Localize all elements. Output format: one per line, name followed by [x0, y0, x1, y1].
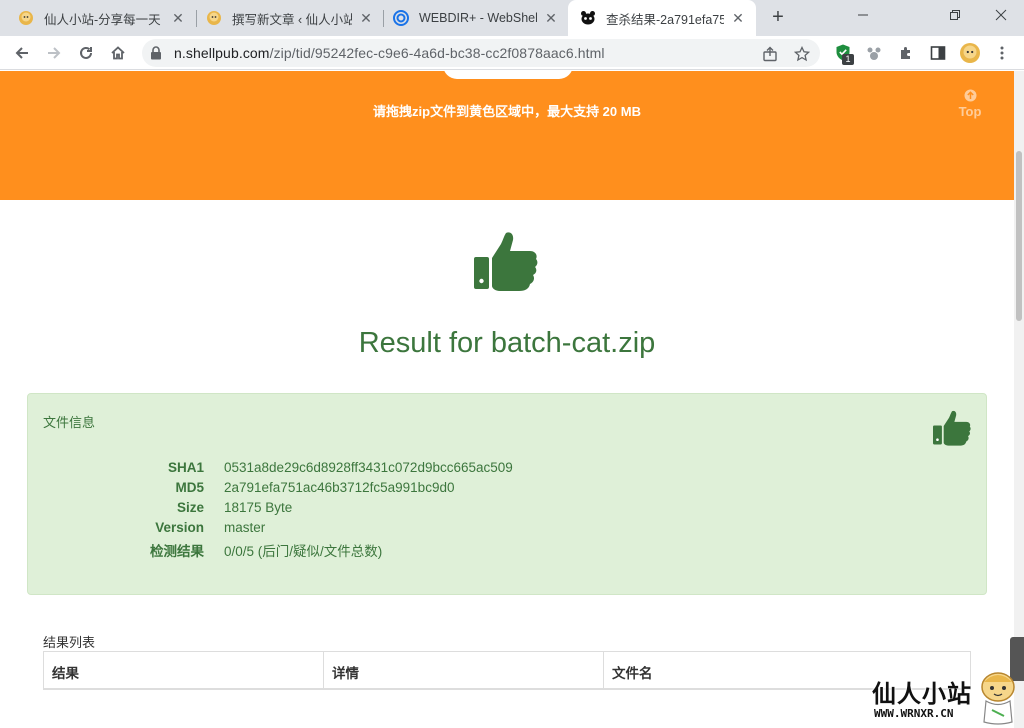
menu-kebab-icon[interactable] — [992, 43, 1012, 63]
result-title: Result for batch-cat.zip — [358, 327, 656, 359]
page-viewport: 请拖拽zip文件到黄色区域中，最大支持 20 MB Top Result for… — [0, 71, 1014, 728]
browser-tab-2[interactable]: 撰写新文章 ‹ 仙人小站 ✕ — [194, 0, 384, 36]
file-info-panel: 文件信息 SHA1 0531a8de29c6d8928ff3431c072d9b… — [27, 393, 987, 595]
info-key: MD5 — [175, 480, 204, 495]
info-value: master — [224, 520, 266, 535]
lock-icon[interactable] — [150, 46, 162, 65]
close-tab-icon[interactable]: ✕ — [730, 10, 746, 26]
upload-drop-zone[interactable]: 请拖拽zip文件到黄色区域中，最大支持 20 MB — [0, 71, 1014, 200]
info-key: Size — [176, 500, 204, 515]
side-panel-icon[interactable] — [928, 43, 948, 63]
page-scrollbar[interactable] — [1014, 71, 1024, 728]
home-icon[interactable] — [104, 39, 132, 67]
close-tab-icon[interactable]: ✕ — [358, 10, 374, 26]
close-window-icon[interactable] — [978, 0, 1024, 30]
top-label: Top — [958, 104, 982, 119]
puzzle-extensions-icon[interactable] — [896, 43, 916, 63]
thumbs-up-icon — [474, 232, 538, 291]
info-value: 18175 Byte — [224, 500, 293, 515]
forward-arrow-icon[interactable] — [40, 39, 68, 67]
tab-title: 撰写新文章 ‹ 仙人小站 — [232, 12, 352, 27]
tab-title: 查杀结果-2a791efa75 — [606, 12, 724, 27]
restore-icon[interactable] — [932, 0, 978, 30]
profile-avatar[interactable] — [958, 43, 982, 63]
bookmark-star-icon[interactable] — [793, 45, 811, 62]
back-to-top-button[interactable]: Top — [950, 89, 990, 119]
drop-hint: 请拖拽zip文件到黄色区域中，最大支持 20 MB — [373, 104, 641, 119]
close-tab-icon[interactable]: ✕ — [543, 10, 559, 26]
extension-badge: 1 — [842, 54, 854, 65]
column-header-details[interactable]: 详情 — [324, 652, 604, 688]
close-tab-icon[interactable]: ✕ — [170, 10, 186, 26]
url-path: /zip/tid/95242fec-c9e6-4a6d-bc38-cc2f087… — [269, 45, 605, 61]
mascot-icon — [206, 10, 222, 26]
watermark-domain: WWW.WRNXR.CN — [874, 707, 954, 720]
arrow-up-circle-icon — [964, 89, 976, 102]
info-row-scan-result: 检测结果 0/0/5 (后门/疑似/文件总数) — [28, 540, 728, 560]
watermark-title: 仙人小站 — [872, 681, 972, 708]
mascot-icon — [981, 672, 1015, 725]
new-tab-button[interactable]: + — [766, 6, 790, 30]
url-host: n.shellpub.com — [174, 45, 270, 61]
info-row-sha1: SHA1 0531a8de29c6d8928ff3431c072d9bcc665… — [28, 460, 728, 480]
tab-title: WEBDIR+ - WebShell — [419, 11, 537, 25]
browser-toolbar: n.shellpub.com/zip/tid/95242fec-c9e6-4a6… — [0, 36, 1024, 70]
site-watermark: 仙人小站 WWW.WRNXR.CN — [872, 672, 1024, 728]
results-list-label: 结果列表 — [43, 635, 96, 650]
column-header-result[interactable]: 结果 — [44, 652, 324, 688]
tab-title: 仙人小站-分享每一天 — [44, 12, 161, 27]
minimize-icon[interactable] — [840, 0, 886, 30]
browser-tab-4-active[interactable]: 查杀结果-2a791efa75 ✕ — [568, 0, 756, 36]
tampermonkey-extension-icon[interactable] — [864, 43, 884, 63]
address-bar[interactable]: n.shellpub.com/zip/tid/95242fec-c9e6-4a6… — [142, 39, 820, 67]
info-key: Version — [155, 520, 204, 535]
webdir-icon — [393, 10, 409, 26]
mascot-icon — [18, 10, 34, 26]
scrollbar-thumb[interactable] — [1016, 151, 1022, 321]
back-arrow-icon[interactable] — [8, 39, 36, 67]
upload-pill[interactable] — [443, 71, 573, 79]
info-value: 0531a8de29c6d8928ff3431c072d9bcc665ac509 — [224, 460, 513, 475]
browser-tab-3[interactable]: WEBDIR+ - WebShell ✕ — [381, 0, 569, 36]
url-text: n.shellpub.com/zip/tid/95242fec-c9e6-4a6… — [174, 45, 605, 61]
reload-icon[interactable] — [72, 39, 100, 67]
info-value: 0/0/5 (后门/疑似/文件总数) — [224, 544, 383, 559]
info-row-version: Version master — [28, 520, 728, 540]
share-icon[interactable] — [762, 46, 778, 62]
info-row-md5: MD5 2a791efa751ac46b3712fc5a991bc9d0 — [28, 480, 728, 500]
panda-icon — [580, 10, 596, 26]
thumbs-up-icon — [933, 410, 971, 446]
shield-extension-icon[interactable]: 1 — [834, 43, 854, 65]
info-row-size: Size 18175 Byte — [28, 500, 728, 520]
browser-tab-1[interactable]: 仙人小站-分享每一天 ✕ — [6, 0, 196, 36]
info-key: SHA1 — [167, 460, 204, 475]
tab-strip: 仙人小站-分享每一天 ✕ 撰写新文章 ‹ 仙人小站 ✕ WEBDIR+ - We… — [0, 0, 1024, 36]
results-table-header: 结果 详情 文件名 — [43, 651, 971, 690]
info-value: 2a791efa751ac46b3712fc5a991bc9d0 — [224, 480, 455, 495]
panel-heading: 文件信息 — [43, 415, 96, 430]
info-key: 检测结果 — [150, 544, 204, 559]
